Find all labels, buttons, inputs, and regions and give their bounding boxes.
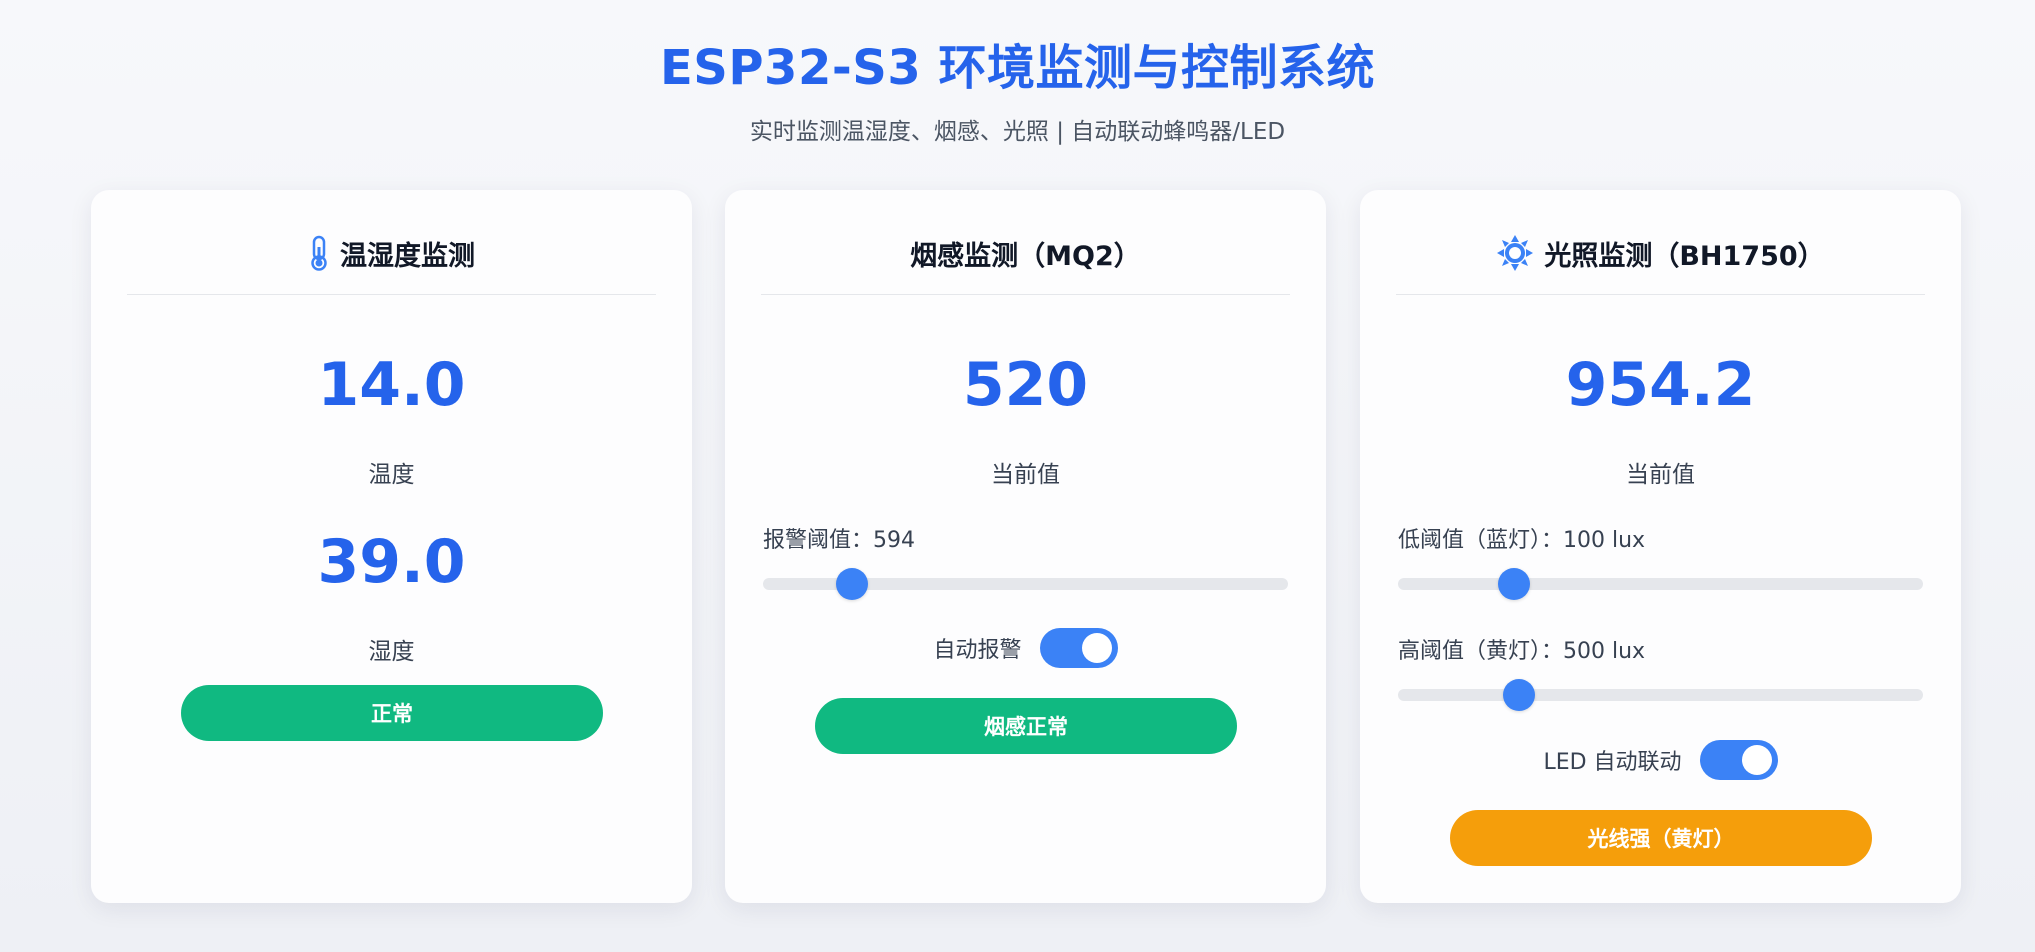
light-card: 光照监测（BH1750） 954.2 当前值 低阈值（蓝灯）：100 lux 高… <box>1360 190 1961 903</box>
toggle-knob <box>1081 633 1112 663</box>
light-value-label: 当前值 <box>1626 462 1695 488</box>
temperature-label: 温度 <box>368 462 415 488</box>
low-threshold-slider[interactable] <box>1398 568 1923 600</box>
smoke-value: 520 <box>962 350 1089 420</box>
smoke-threshold-slider[interactable] <box>763 568 1288 600</box>
sun-icon <box>1496 234 1534 272</box>
light-status-badge: 光线强（黄灯） <box>1450 810 1872 866</box>
card-header: 光照监测（BH1750） <box>1396 228 1925 295</box>
card-header: 烟感监测（MQ2） <box>761 228 1290 295</box>
auto-alarm-row: 自动报警 <box>725 628 1326 668</box>
humidity-label: 湿度 <box>368 639 415 665</box>
humidity-value: 39.0 <box>317 527 466 597</box>
auto-alarm-toggle[interactable] <box>1039 628 1118 668</box>
slider-thumb[interactable] <box>1497 568 1530 600</box>
slider-thumb[interactable] <box>1502 679 1535 711</box>
led-auto-row: LED 自动联动 <box>1360 740 1961 780</box>
page-subtitle: 实时监测温湿度、烟感、光照 | 自动联动蜂鸣器/LED <box>749 119 1286 145</box>
temperature-value: 14.0 <box>317 350 466 420</box>
smoke-value-label: 当前值 <box>991 462 1060 488</box>
smoke-status-badge: 烟感正常 <box>815 698 1237 754</box>
low-threshold-label: 低阈值（蓝灯）：100 lux <box>1398 528 1646 553</box>
smoke-threshold-label: 报警阈值：594 <box>763 528 915 553</box>
led-auto-label: LED 自动联动 <box>1543 750 1682 775</box>
card-title: 烟感监测（MQ2） <box>910 240 1141 272</box>
card-title: 温湿度监测 <box>340 240 475 272</box>
page-title: ESP32-S3 环境监测与控制系统 <box>660 40 1375 96</box>
slider-thumb[interactable] <box>836 568 869 600</box>
led-auto-toggle[interactable] <box>1699 740 1778 780</box>
auto-alarm-label: 自动报警 <box>933 638 1022 663</box>
card-header: 温湿度监测 <box>127 228 656 295</box>
smoke-card: 烟感监测（MQ2） 520 当前值 报警阈值：594 自动报警 烟感正常 <box>725 190 1326 903</box>
high-threshold-slider[interactable] <box>1398 679 1923 711</box>
light-value: 954.2 <box>1565 350 1756 420</box>
temp-humidity-card: 温湿度监测 14.0 温度 39.0 湿度 正常 <box>91 190 692 903</box>
high-threshold-label: 高阈值（黄灯）：500 lux <box>1398 639 1646 664</box>
temp-humidity-status-badge: 正常 <box>181 685 603 741</box>
toggle-knob <box>1741 745 1772 775</box>
thermometer-icon <box>308 235 330 271</box>
card-title: 光照监测（BH1750） <box>1544 240 1825 272</box>
